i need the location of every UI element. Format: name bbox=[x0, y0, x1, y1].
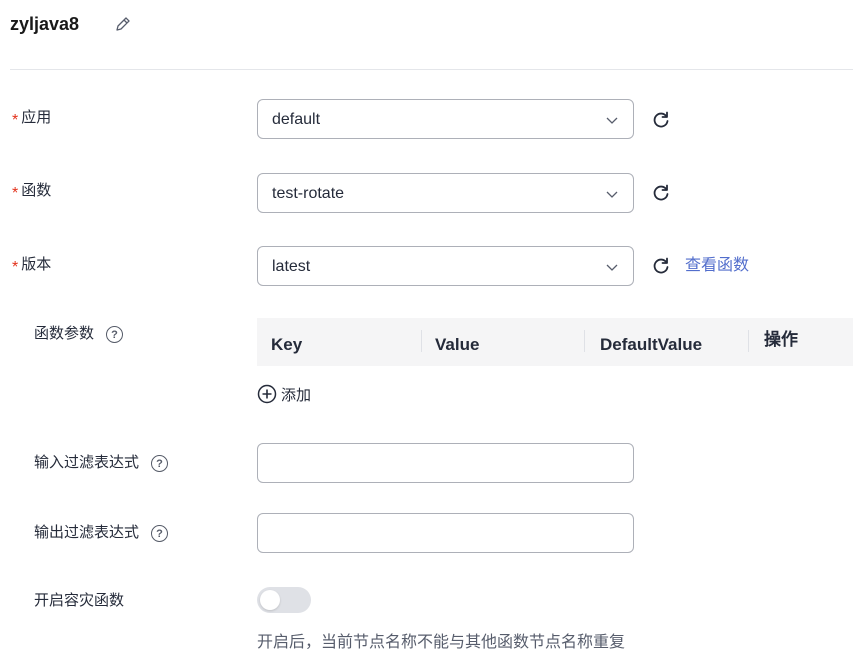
input-filter-label: 输入过滤表达式? bbox=[34, 453, 169, 473]
column-header-value: Value bbox=[435, 335, 480, 354]
app-label: * 应用 bbox=[12, 108, 52, 129]
question-circle-icon[interactable]: ? bbox=[106, 325, 124, 343]
output-filter-label: 输出过滤表达式? bbox=[34, 523, 169, 543]
page-title: zyljava8 bbox=[10, 14, 80, 34]
column-divider bbox=[748, 330, 749, 352]
toggle-knob bbox=[260, 590, 280, 610]
view-function-link[interactable]: 查看函数 bbox=[685, 256, 749, 276]
add-param-button[interactable]: 添加 bbox=[257, 382, 311, 406]
function-label: * 函数 bbox=[12, 181, 52, 202]
required-mark: * bbox=[12, 112, 19, 129]
column-divider bbox=[584, 330, 585, 352]
disaster-recovery-hint: 开启后，当前节点名称不能与其他函数节点名称重复 bbox=[257, 634, 626, 651]
question-circle-icon[interactable]: ? bbox=[151, 524, 169, 542]
input-filter-label-text: 输入过滤表达式 bbox=[34, 454, 140, 471]
refresh-icon[interactable] bbox=[651, 256, 671, 276]
refresh-icon[interactable] bbox=[651, 110, 671, 130]
edit-pencil-icon[interactable] bbox=[113, 14, 133, 34]
app-label-text: 应用 bbox=[21, 109, 52, 126]
version-select[interactable]: latest bbox=[257, 246, 634, 286]
column-header-default-value: DefaultValue bbox=[600, 335, 703, 354]
params-label: 函数参数? bbox=[34, 324, 124, 344]
required-mark: * bbox=[12, 259, 19, 276]
function-label-text: 函数 bbox=[21, 182, 52, 199]
app-select-value: default bbox=[272, 111, 321, 128]
version-label-text: 版本 bbox=[21, 256, 52, 273]
params-label-text: 函数参数 bbox=[34, 325, 95, 342]
output-filter-field[interactable] bbox=[257, 513, 634, 553]
column-divider bbox=[421, 330, 422, 352]
header-divider bbox=[10, 69, 853, 70]
question-circle-icon[interactable]: ? bbox=[151, 454, 169, 472]
function-select-value: test-rotate bbox=[272, 185, 345, 202]
output-filter-label-text: 输出过滤表达式 bbox=[34, 524, 140, 541]
chevron-down-icon bbox=[606, 117, 618, 124]
function-select[interactable]: test-rotate bbox=[257, 173, 634, 213]
add-param-label: 添加 bbox=[281, 386, 312, 404]
disaster-recovery-toggle[interactable] bbox=[257, 587, 311, 613]
version-select-value: latest bbox=[272, 258, 311, 275]
disaster-recovery-label: 开启容灾函数 bbox=[34, 592, 125, 609]
column-header-key: Key bbox=[271, 335, 303, 354]
column-header-actions: 操作 bbox=[764, 330, 798, 349]
params-table-header: Key Value DefaultValue 操作 bbox=[257, 318, 853, 366]
refresh-icon[interactable] bbox=[651, 183, 671, 203]
required-mark: * bbox=[12, 185, 19, 202]
version-label: * 版本 bbox=[12, 255, 52, 276]
chevron-down-icon bbox=[606, 264, 618, 271]
chevron-down-icon bbox=[606, 191, 618, 198]
input-filter-field[interactable] bbox=[257, 443, 634, 483]
plus-circle-icon bbox=[257, 384, 277, 404]
app-select[interactable]: default bbox=[257, 99, 634, 139]
